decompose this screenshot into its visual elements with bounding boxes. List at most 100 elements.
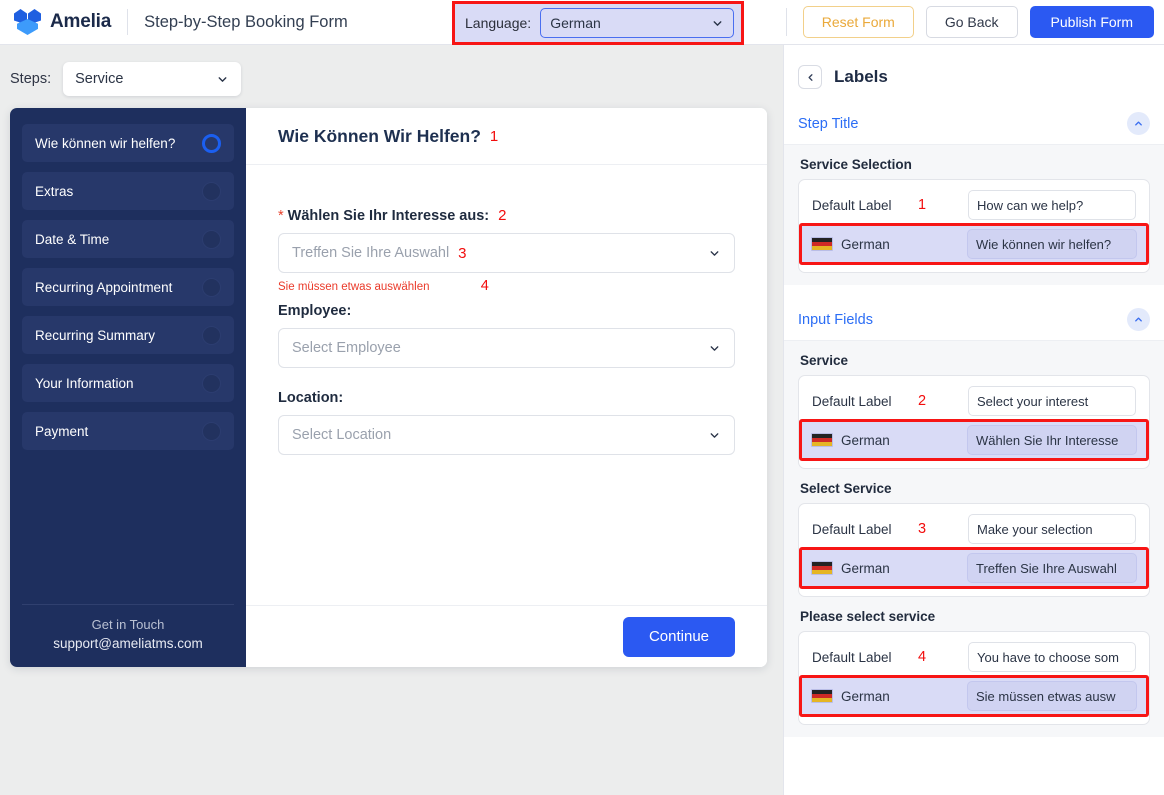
steps-select-value: Service [75,71,124,87]
annotation-marker-4: 4 [917,649,927,665]
annotation-marker-2: 2 [498,207,507,224]
label-group-title: Please select service [800,609,936,624]
continue-button[interactable]: Continue [622,616,735,657]
labels-panel-header: Labels [784,45,1164,89]
back-button[interactable] [798,65,822,89]
header-actions: Reset Form Go Back Publish Form [785,6,1164,38]
interest-select[interactable]: Treffen Sie Ihre Auswahl 3 [278,233,735,273]
chevron-up-icon[interactable] [1127,112,1150,135]
language-name: German [841,560,890,576]
interest-error-text: Sie müssen etwas auswählen [278,281,430,293]
location-select-placeholder: Select Location [292,427,392,443]
section-header-step-title[interactable]: Step Title [784,103,1164,145]
booking-step-footer: Continue [246,605,767,667]
sidebar-step-recurring-appointment[interactable]: Recurring Appointment [22,268,234,306]
sidebar-step-label: Payment [35,423,89,439]
steps-label: Steps: [10,71,52,87]
required-asterisk: * [278,208,284,224]
sidebar-step-label: Recurring Appointment [35,279,173,295]
language-label: Language: [465,15,532,31]
german-label-row: German Wählen Sie Ihr Interesse [799,419,1149,461]
german-label-input[interactable]: Wie können wir helfen? [967,229,1137,259]
default-label-input[interactable]: Select your interest [968,386,1136,416]
german-label-row: German Wie können wir helfen? [799,223,1149,265]
chevron-down-icon [708,429,721,442]
step-status-icon [202,181,221,201]
support-email[interactable]: support@ameliatms.com [22,636,234,651]
annotation-marker-3: 3 [917,521,927,537]
sidebar-step-extras[interactable]: Extras [22,172,234,210]
sidebar-step-date-time[interactable]: Date & Time [22,220,234,258]
annotation-marker-4: 4 [480,278,489,294]
publish-form-button[interactable]: Publish Form [1029,6,1154,38]
default-label-row: Default Label 3 Make your selection [806,511,1142,547]
default-label-input[interactable]: How can we help? [968,190,1136,220]
interest-select-placeholder: Treffen Sie Ihre Auswahl [292,245,450,261]
sidebar-step-your-information[interactable]: Your Information [22,364,234,402]
sidebar-step-label: Your Information [35,375,134,391]
label-group-card: Default Label 2 Select your interest Ger… [798,375,1150,469]
sidebar-step-payment[interactable]: Payment [22,412,234,450]
sidebar-step-recurring-summary[interactable]: Recurring Summary [22,316,234,354]
steps-select[interactable]: Service [63,62,242,96]
chevron-up-icon[interactable] [1127,308,1150,331]
form-preview-pane: Steps: Service Wie können wir helfen? Ex… [0,45,783,795]
default-label-row: Default Label 2 Select your interest [806,383,1142,419]
default-label-caption: Default Label [812,197,892,213]
annotation-marker-3: 3 [458,244,467,262]
label-group-title: Service Selection [800,157,912,172]
default-label-row: Default Label 4 You have to choose som [806,639,1142,675]
header-divider [127,9,129,35]
brand-name: Amelia [50,11,112,32]
language-name: German [841,236,890,252]
default-label-input[interactable]: You have to choose som [968,642,1136,672]
labels-panel-title: Labels [834,67,888,86]
location-select[interactable]: Select Location [278,415,735,455]
language-select[interactable]: German [540,8,734,38]
booking-step-body: * Wählen Sie Ihr Interesse aus: 2 Treffe… [246,165,767,605]
language-select-value: German [550,15,601,31]
location-field-label: Location: [278,390,344,406]
interest-label-text: Wählen Sie Ihr Interesse aus: [287,208,490,224]
get-in-touch-label: Get in Touch [91,617,165,632]
label-group-card: Default Label 4 You have to choose som G… [798,631,1150,725]
booking-form-preview: Wie können wir helfen? Extras Date & Tim… [10,108,767,667]
default-label-input[interactable]: Make your selection [968,514,1136,544]
reset-form-button[interactable]: Reset Form [802,6,914,38]
german-label-input[interactable]: Sie müssen etwas ausw [967,681,1137,711]
go-back-button[interactable]: Go Back [925,6,1018,38]
sidebar-step-label: Extras [35,183,74,199]
default-label-caption: Default Label [812,649,892,665]
labels-panel: Labels Step Title Service Selection Defa… [783,45,1164,795]
section-header-input-fields[interactable]: Input Fields [784,299,1164,341]
interest-error-message: Sie müssen etwas auswählen 4 [278,278,735,294]
german-flag-icon [811,689,833,703]
employee-select-placeholder: Select Employee [292,340,401,356]
employee-select[interactable]: Select Employee [278,328,735,368]
german-label-input[interactable]: Treffen Sie Ihre Auswahl [967,553,1137,583]
step-status-icon [202,373,221,393]
footer-divider [22,604,234,605]
sidebar-step-service[interactable]: Wie können wir helfen? [22,124,234,162]
default-label-caption: Default Label [812,393,892,409]
amelia-logo-icon [14,8,41,36]
step-status-icon [202,325,221,345]
section-body-step-title: Service Selection Default Label 1 How ca… [784,145,1164,285]
language-name: German [841,432,890,448]
label-group-title: Select Service [800,481,892,496]
label-group-title: Service [800,353,849,368]
sidebar-step-label: Wie können wir helfen? [35,135,176,151]
german-label-input[interactable]: Wählen Sie Ihr Interesse [967,425,1137,455]
sidebar-footer: Get in Touch support@ameliatms.com [22,604,234,667]
label-group-card: Default Label 3 Make your selection Germ… [798,503,1150,597]
booking-step-content: Wie Können Wir Helfen? 1 * Wählen Sie Ih… [246,108,767,667]
sidebar-step-label: Recurring Summary [35,327,156,343]
step-status-icon [202,229,221,249]
german-flag-icon [811,561,833,575]
chevron-down-icon [708,342,721,355]
default-label-row: Default Label 1 How can we help? [806,187,1142,223]
actions-divider [785,8,787,36]
app-header: Amelia Step-by-Step Booking Form Languag… [0,0,1164,45]
annotation-marker-2: 2 [917,393,927,409]
step-status-icon [202,277,221,297]
